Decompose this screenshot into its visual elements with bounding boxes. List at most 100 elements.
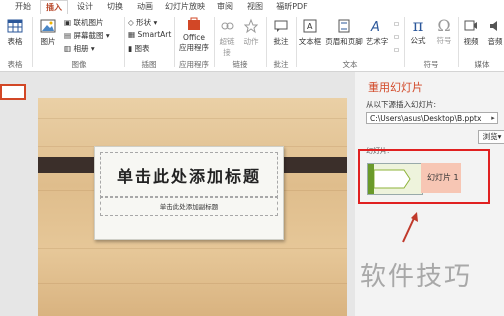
insert-from-label: 从以下源插入幻灯片: <box>366 100 437 109</box>
text-more-icon[interactable]: ▫ <box>394 19 399 28</box>
screenshot-button[interactable]: ▤ 屏幕截图 ▾ <box>64 30 110 41</box>
wood-grain <box>38 118 347 119</box>
divider <box>214 17 215 67</box>
textbox-icon: A <box>303 19 317 33</box>
divider <box>458 17 459 67</box>
slide-thumbnail-pane <box>0 72 30 316</box>
wood-grain <box>38 283 347 284</box>
reuse-slide-item-label[interactable]: 幻灯片 1 <box>421 163 461 193</box>
table-icon <box>7 19 23 33</box>
title-placeholder[interactable]: 单击此处添加标题 <box>100 152 278 198</box>
office-apps-label: 应用程序 <box>179 43 209 52</box>
wordart-button[interactable]: A 艺术字 <box>364 18 390 47</box>
svg-text:A: A <box>307 22 313 31</box>
symbol-button[interactable]: Ω 符号 <box>432 16 456 46</box>
omega-icon: Ω <box>437 16 451 35</box>
group-images: 图像 <box>71 60 87 69</box>
annotation-arrow-icon <box>402 212 418 243</box>
divider <box>174 17 175 67</box>
tab-transitions[interactable]: 切换 <box>102 0 128 14</box>
group-symbols: 符号 <box>423 60 439 69</box>
hyperlink-button[interactable]: 超链接 <box>216 18 238 58</box>
header-footer-label: 页眉和页脚 <box>325 37 363 46</box>
text-more-icon[interactable]: ▫ <box>394 32 399 41</box>
hyperlink-icon <box>221 22 234 30</box>
tab-foxit-pdf[interactable]: 福昕PDF <box>272 0 312 14</box>
audio-button[interactable]: 音频 <box>484 18 504 47</box>
tab-home[interactable]: 开始 <box>10 0 36 14</box>
ribbon: 表格 表格 图片 ▣ 联机图片 ▤ 屏幕截图 ▾ ▥ 相册 ▾ 图像 ◇ 形状 … <box>0 14 504 72</box>
source-path-input[interactable]: C:\Users\asus\Desktop\B.pptx <box>366 112 498 124</box>
smartart-button[interactable]: ▦ SmartArt <box>128 30 171 39</box>
online-picture-label: 联机图片 <box>73 18 104 27</box>
group-tables: 表格 <box>7 60 23 69</box>
divider <box>124 17 125 67</box>
shapes-button[interactable]: ◇ 形状 ▾ <box>128 17 157 28</box>
chart-button[interactable]: ▮ 图表 <box>128 43 150 54</box>
divider <box>32 17 33 67</box>
header-footer-button[interactable]: 页眉和页脚 <box>324 18 364 47</box>
tab-review[interactable]: 审阅 <box>212 0 238 14</box>
video-label: 视频 <box>463 37 479 46</box>
action-star-icon <box>243 18 259 34</box>
comment-label: 批注 <box>273 37 289 46</box>
header-footer-icon <box>338 19 350 33</box>
tab-slideshow[interactable]: 幻灯片放映 <box>162 0 208 14</box>
screenshot-label: 屏幕截图 <box>73 31 104 40</box>
pi-icon: π <box>412 16 424 35</box>
svg-text:A: A <box>370 20 380 34</box>
browse-label: 浏览 <box>482 132 498 141</box>
subtitle-placeholder[interactable]: 单击此处添加副标题 <box>100 196 278 216</box>
divider <box>296 17 297 67</box>
video-button[interactable]: 视频 <box>460 18 482 47</box>
picture-icon <box>40 19 56 33</box>
decorative-band-right <box>282 157 347 173</box>
office-label: Office <box>183 33 205 42</box>
group-illustrations: 插图 <box>141 60 157 69</box>
ribbon-tab-bar: 开始 插入 设计 切换 动画 幻灯片放映 审阅 视图 福昕PDF <box>0 0 504 16</box>
wood-grain <box>38 248 347 249</box>
store-icon <box>188 17 200 30</box>
action-label: 动作 <box>243 37 259 46</box>
tab-animations[interactable]: 动画 <box>132 0 158 14</box>
table-button[interactable]: 表格 <box>4 18 26 47</box>
pane-title: 重用幻灯片 <box>368 81 423 94</box>
comment-icon <box>274 20 288 32</box>
text-more-icon[interactable]: ▫ <box>394 45 399 54</box>
group-media: 媒体 <box>474 60 490 69</box>
chevron-right-icon[interactable]: ▸ <box>488 112 498 124</box>
group-comments: 批注 <box>273 60 289 69</box>
comment-button[interactable]: 批注 <box>270 18 292 47</box>
slide-preview-icon <box>368 164 422 194</box>
watermark: 软件技巧 <box>360 262 473 292</box>
video-icon <box>464 20 477 31</box>
textbox-button[interactable]: A 文本框 <box>298 18 322 47</box>
decorative-band-left <box>38 157 96 173</box>
wordart-label: 艺术字 <box>365 37 389 46</box>
action-button[interactable]: 动作 <box>240 18 262 47</box>
album-button[interactable]: ▥ 相册 ▾ <box>64 43 95 54</box>
table-label: 表格 <box>7 37 23 46</box>
textbox-label: 文本框 <box>298 37 322 46</box>
picture-label: 图片 <box>40 37 56 46</box>
divider <box>404 17 405 67</box>
reuse-slide-thumbnail[interactable] <box>367 163 423 195</box>
hyperlink-label: 超链接 <box>219 37 235 57</box>
tab-design[interactable]: 设计 <box>72 0 98 14</box>
album-label: 相册 <box>73 44 89 53</box>
smartart-label: SmartArt <box>137 30 172 39</box>
selected-slide-thumbnail[interactable] <box>0 84 26 100</box>
speaker-icon <box>490 21 497 31</box>
online-picture-button[interactable]: ▣ 联机图片 <box>64 17 103 28</box>
group-text: 文本 <box>342 60 358 69</box>
tab-view[interactable]: 视图 <box>242 0 268 14</box>
divider <box>266 17 267 67</box>
group-apps: 应用程序 <box>179 60 209 69</box>
formula-button[interactable]: π 公式 <box>406 16 430 46</box>
office-apps-button[interactable]: Office 应用程序 <box>176 17 212 53</box>
picture-button[interactable]: 图片 <box>36 18 60 47</box>
chart-label: 图表 <box>134 44 150 53</box>
audio-label: 音频 <box>487 37 503 46</box>
shapes-label: 形状 <box>136 18 152 27</box>
browse-button[interactable]: 浏览▾ <box>478 130 504 144</box>
